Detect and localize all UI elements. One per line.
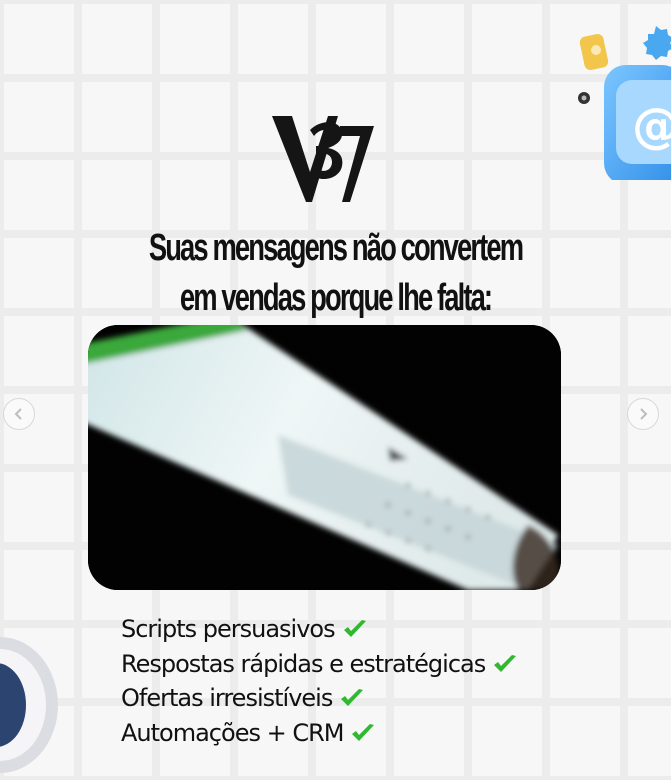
benefit-item: Ofertas irresistíveis	[121, 681, 518, 716]
benefit-item: Respostas rápidas e estratégicas	[121, 647, 518, 682]
check-icon	[494, 654, 517, 672]
headline-line-1: Suas mensagens não convertem	[148, 227, 524, 269]
chevron-left-icon	[14, 408, 22, 420]
benefit-label: Respostas rápidas e estratégicas	[121, 649, 486, 678]
chevron-right-icon	[640, 408, 648, 420]
brand-logo	[272, 116, 374, 202]
check-icon	[341, 689, 364, 707]
benefit-item: Scripts persuasivos	[121, 612, 518, 647]
benefit-label: Automações + CRM	[121, 718, 344, 747]
benefit-label: Ofertas irresistíveis	[121, 684, 333, 713]
carousel-prev-button[interactable]	[3, 398, 35, 430]
phone-typing-image	[88, 325, 561, 590]
check-icon	[343, 620, 366, 638]
carousel-next-button[interactable]	[627, 398, 659, 430]
email-3d-icon: @	[578, 26, 671, 180]
check-icon	[352, 723, 375, 741]
benefits-list: Scripts persuasivos Respostas rápidas e …	[121, 612, 518, 750]
benefit-item: Automações + CRM	[121, 716, 518, 751]
decorative-ring-icon	[0, 637, 58, 773]
svg-text:@: @	[632, 98, 671, 154]
phone-screen-illustration	[88, 325, 561, 590]
headline-line-2: em vendas porque lhe falta:	[179, 277, 493, 319]
benefit-label: Scripts persuasivos	[121, 615, 336, 644]
